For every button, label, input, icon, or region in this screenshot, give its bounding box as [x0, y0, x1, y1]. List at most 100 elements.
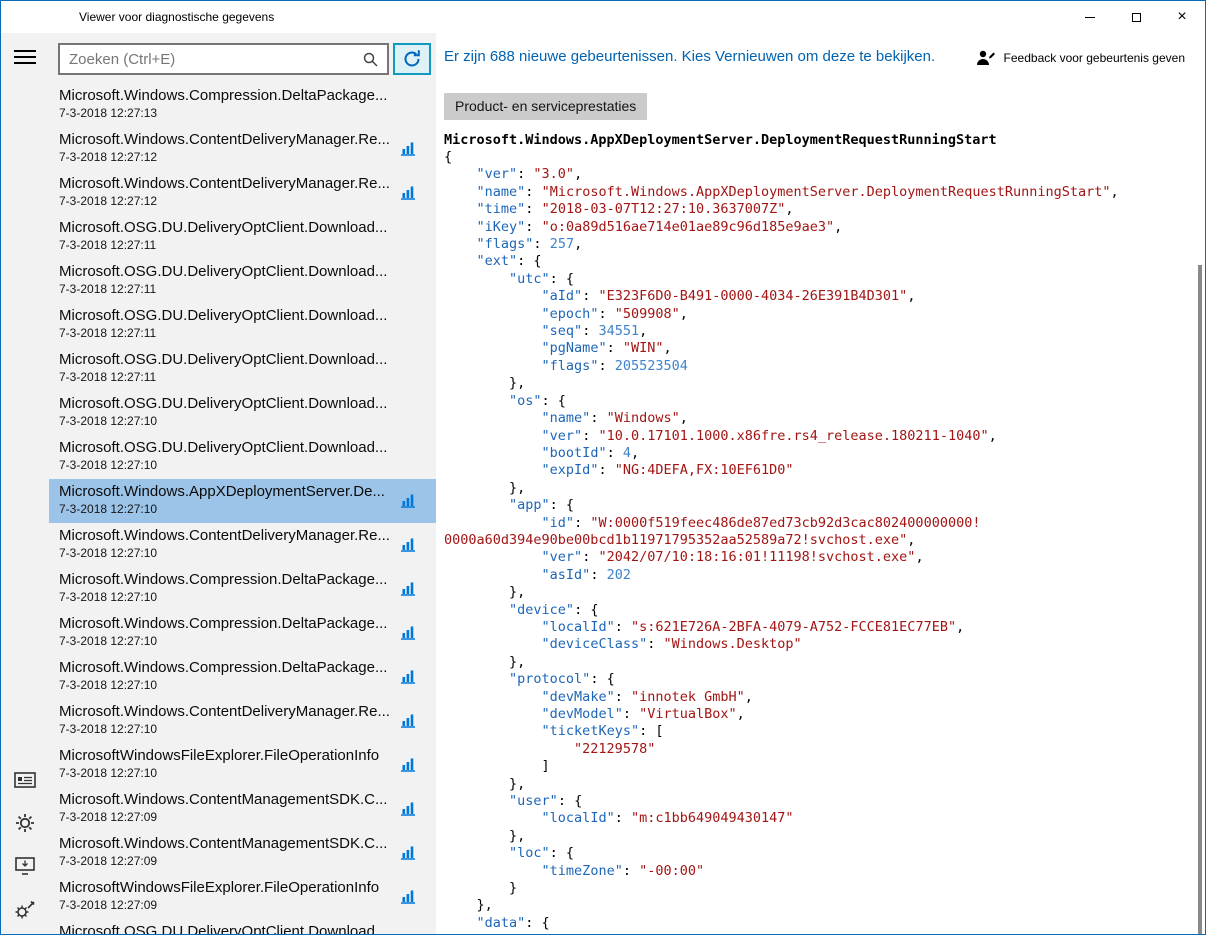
refresh-button[interactable]: [393, 43, 431, 75]
problem-reports-button[interactable]: [10, 853, 40, 880]
chart-icon: [400, 757, 416, 772]
sidebar: Microsoft.Windows.Compression.DeltaPacka…: [1, 33, 436, 934]
event-list-item[interactable]: Microsoft.Windows.AppXDeploymentServer.D…: [49, 479, 436, 523]
event-time: 7-3-2018 12:27:10: [59, 546, 394, 560]
chart-icon: [400, 141, 416, 156]
monitor-download-icon: [14, 857, 36, 876]
menu-button[interactable]: [10, 45, 40, 69]
event-time: 7-3-2018 12:27:10: [59, 634, 394, 648]
event-list-item[interactable]: Microsoft.OSG.DU.DeliveryOptClient.Downl…: [49, 391, 436, 435]
event-time: 7-3-2018 12:27:11: [59, 326, 394, 340]
event-list-item[interactable]: Microsoft.OSG.DU.DeliveryOptClient.Downl…: [49, 215, 436, 259]
event-list-item[interactable]: Microsoft.Windows.ContentManagementSDK.C…: [49, 787, 436, 831]
event-title: Microsoft.OSG.DU.DeliveryOptClient.Downl…: [59, 439, 394, 456]
event-list-item[interactable]: MicrosoftWindowsFileExplorer.FileOperati…: [49, 875, 436, 919]
chart-icon: [400, 537, 416, 552]
event-detail-panel: Er zijn 688 nieuwe gebeurtenissen. Kies …: [436, 33, 1205, 934]
event-list-item[interactable]: MicrosoftWindowsFileExplorer.FileOperati…: [49, 743, 436, 787]
event-list-item[interactable]: Microsoft.Windows.Compression.DeltaPacka…: [49, 83, 436, 127]
event-list-item[interactable]: Microsoft.Windows.ContentDeliveryManager…: [49, 171, 436, 215]
close-button[interactable]: ×: [1159, 1, 1205, 33]
sidebar-content: Microsoft.Windows.Compression.DeltaPacka…: [49, 33, 436, 934]
nav-rail-bottom: [10, 767, 40, 924]
event-list-item[interactable]: Microsoft.Windows.Compression.DeltaPacka…: [49, 655, 436, 699]
search-input[interactable]: [60, 51, 363, 68]
event-title: Microsoft.Windows.ContentDeliveryManager…: [59, 131, 394, 148]
close-icon: ×: [1177, 9, 1186, 25]
chart-icon: [400, 625, 416, 640]
category-chip[interactable]: Product- en serviceprestaties: [444, 93, 647, 120]
maximize-icon: [1132, 13, 1141, 22]
search-icon: [363, 52, 387, 67]
event-list-item[interactable]: Microsoft.OSG.DU.DeliveryOptClient.Downl…: [49, 919, 436, 934]
event-title: Microsoft.OSG.DU.DeliveryOptClient.Downl…: [59, 923, 394, 934]
refresh-icon: [402, 49, 422, 69]
event-list-item[interactable]: Microsoft.OSG.DU.DeliveryOptClient.Downl…: [49, 259, 436, 303]
event-detail-title: Microsoft.Windows.AppXDeploymentServer.D…: [444, 132, 1195, 148]
event-time: 7-3-2018 12:27:12: [59, 194, 394, 208]
event-time: 7-3-2018 12:27:10: [59, 722, 394, 736]
event-title: Microsoft.Windows.Compression.DeltaPacka…: [59, 87, 394, 104]
feedback-icon: [975, 49, 995, 67]
chart-icon: [400, 669, 416, 684]
event-time: 7-3-2018 12:27:09: [59, 898, 394, 912]
event-title: Microsoft.OSG.DU.DeliveryOptClient.Downl…: [59, 219, 394, 236]
window-controls: ×: [1067, 1, 1205, 33]
event-list-item[interactable]: Microsoft.Windows.ContentDeliveryManager…: [49, 127, 436, 171]
gear-wrench-icon: [14, 900, 36, 920]
event-title: Microsoft.OSG.DU.DeliveryOptClient.Downl…: [59, 351, 394, 368]
event-title: Microsoft.Windows.Compression.DeltaPacka…: [59, 659, 394, 676]
minimize-button[interactable]: [1067, 1, 1113, 33]
event-list-item[interactable]: Microsoft.Windows.ContentDeliveryManager…: [49, 699, 436, 743]
json-viewer: { "ver": "3.0", "name": "Microsoft.Windo…: [444, 149, 1195, 932]
event-time: 7-3-2018 12:27:11: [59, 238, 394, 252]
event-list-item[interactable]: Microsoft.OSG.DU.DeliveryOptClient.Downl…: [49, 347, 436, 391]
event-list-item[interactable]: Microsoft.Windows.Compression.DeltaPacka…: [49, 567, 436, 611]
event-title: Microsoft.Windows.Compression.DeltaPacka…: [59, 615, 394, 632]
event-time: 7-3-2018 12:27:12: [59, 150, 394, 164]
event-time: 7-3-2018 12:27:10: [59, 414, 394, 428]
event-list-item[interactable]: Microsoft.OSG.DU.DeliveryOptClient.Downl…: [49, 303, 436, 347]
feedback-label: Feedback voor gebeurtenis geven: [1004, 51, 1185, 65]
event-list: Microsoft.Windows.Compression.DeltaPacka…: [49, 83, 436, 934]
chart-icon: [400, 581, 416, 596]
event-time: 7-3-2018 12:27:10: [59, 678, 394, 692]
event-title: MicrosoftWindowsFileExplorer.FileOperati…: [59, 879, 394, 896]
event-list-item[interactable]: Microsoft.Windows.Compression.DeltaPacka…: [49, 611, 436, 655]
window-title: Viewer voor diagnostische gegevens: [79, 10, 274, 24]
hamburger-icon: [14, 49, 36, 65]
nav-rail: [1, 33, 49, 934]
event-time: 7-3-2018 12:27:10: [59, 766, 394, 780]
new-events-banner: Er zijn 688 nieuwe gebeurtenissen. Kies …: [444, 48, 953, 65]
scrollbar-thumb[interactable]: [1198, 265, 1202, 934]
settings-button[interactable]: [11, 809, 39, 837]
event-title: Microsoft.Windows.ContentDeliveryManager…: [59, 703, 394, 720]
event-time: 7-3-2018 12:27:11: [59, 370, 394, 384]
event-title: Microsoft.Windows.ContentDeliveryManager…: [59, 175, 394, 192]
event-time: 7-3-2018 12:27:13: [59, 106, 394, 120]
event-title: Microsoft.OSG.DU.DeliveryOptClient.Downl…: [59, 395, 394, 412]
search-box: [58, 43, 389, 75]
titlebar: Viewer voor diagnostische gegevens ×: [1, 1, 1205, 33]
feedback-button[interactable]: Feedback voor gebeurtenis geven: [969, 48, 1191, 68]
event-list-item[interactable]: Microsoft.Windows.ContentManagementSDK.C…: [49, 831, 436, 875]
event-time: 7-3-2018 12:27:10: [59, 458, 394, 472]
chart-icon: [400, 889, 416, 904]
search-row: [58, 43, 431, 75]
event-time: 7-3-2018 12:27:09: [59, 854, 394, 868]
event-title: Microsoft.Windows.Compression.DeltaPacka…: [59, 571, 394, 588]
chart-icon: [400, 713, 416, 728]
chart-icon: [400, 493, 416, 508]
export-data-button[interactable]: [10, 767, 40, 793]
event-title: Microsoft.Windows.AppXDeploymentServer.D…: [59, 483, 394, 500]
preferences-button[interactable]: [10, 896, 40, 924]
event-title: MicrosoftWindowsFileExplorer.FileOperati…: [59, 747, 394, 764]
event-title: Microsoft.Windows.ContentManagementSDK.C…: [59, 791, 394, 808]
event-time: 7-3-2018 12:27:10: [59, 502, 394, 516]
event-list-item[interactable]: Microsoft.Windows.ContentDeliveryManager…: [49, 523, 436, 567]
data-card-icon: [14, 771, 36, 789]
maximize-button[interactable]: [1113, 1, 1159, 33]
event-time: 7-3-2018 12:27:09: [59, 810, 394, 824]
event-title: Microsoft.Windows.ContentDeliveryManager…: [59, 527, 394, 544]
event-list-item[interactable]: Microsoft.OSG.DU.DeliveryOptClient.Downl…: [49, 435, 436, 479]
